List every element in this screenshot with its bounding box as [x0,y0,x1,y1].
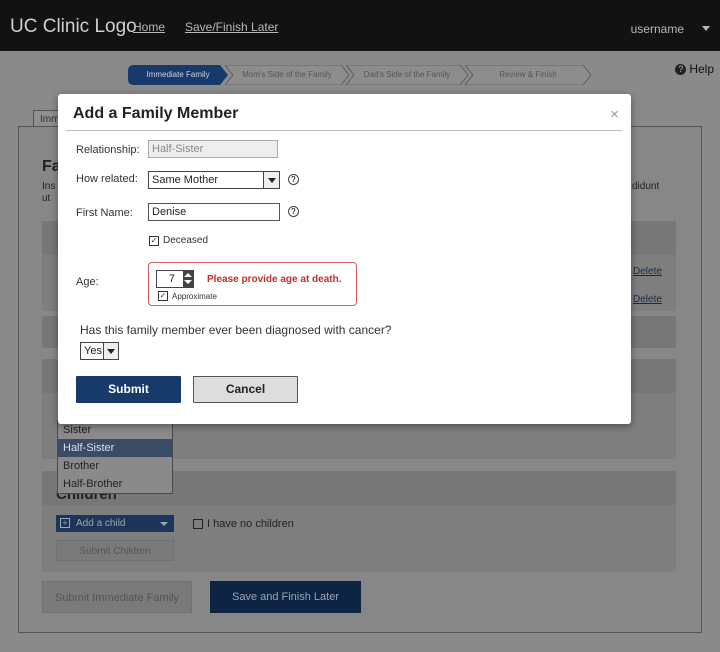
submit-immediate-family-button[interactable]: Submit Immediate Family [42,581,192,613]
cancer-question: Has this family member ever been diagnos… [80,323,392,337]
first-name-input[interactable]: Denise [148,203,280,221]
chevron-down-icon [160,522,168,526]
age-error-message: Please provide age at death. [207,274,342,285]
instructions-text-cont: ut [42,193,51,204]
dropdown-option-half-sister[interactable]: Half-Sister [58,439,172,457]
nav-save-finish-later-link[interactable]: Save/Finish Later [185,20,278,34]
checkbox-box[interactable] [193,519,203,529]
delete-link[interactable]: Delete [633,266,662,277]
help-circle-icon[interactable]: ? [288,206,299,217]
submit-button[interactable]: Submit [76,376,181,403]
username-menu[interactable]: username [631,22,684,36]
cancel-button[interactable]: Cancel [193,376,298,403]
step-review-finish[interactable]: Review & Finish [465,65,591,85]
step-immediate-family[interactable]: Immediate Family [128,65,228,85]
checkmark-icon[interactable]: ✓ [149,235,159,246]
add-family-member-dialog: Add a Family Member × Relationship: Half… [58,94,631,424]
relationship-label: Relationship: [76,144,140,156]
step-moms-side[interactable]: Mom's Side of the Family [225,65,349,85]
save-and-finish-later-button[interactable]: Save and Finish Later [210,581,361,613]
clinic-logo: UC Clinic Logo [10,16,137,37]
help-icon: ? [675,63,687,75]
add-child-dropdown[interactable]: + Add a child [56,515,174,532]
help-link[interactable]: ? Help [675,62,714,76]
plus-icon: + [60,518,70,528]
chevron-down-icon[interactable] [103,343,118,359]
first-name-label: First Name: [76,207,133,219]
checkmark-icon[interactable]: ✓ [158,291,168,301]
age-label: Age: [76,276,99,288]
instructions-text-tail: didunt [632,181,660,192]
how-related-label: How related: [76,173,138,185]
cancer-select[interactable]: Yes [80,342,119,360]
age-spinner-icon[interactable] [183,271,193,287]
sibling-type-dropdown-list[interactable]: Sister Half-Sister Brother Half-Brother [57,420,173,494]
how-related-select[interactable]: Same Mother [148,171,280,189]
chevron-down-icon[interactable] [263,172,279,188]
instructions-text: Ins [42,181,56,192]
deceased-checkbox[interactable]: ✓ Deceased [149,235,208,246]
top-navbar: UC Clinic Logo Home Save/Finish Later us… [0,0,720,51]
age-error-group: 7 Please provide age at death. ✓ Approxi… [148,262,357,306]
approximate-checkbox[interactable]: ✓ Approximate [158,291,217,301]
submit-children-button[interactable]: Submit Children [56,540,174,561]
divider [66,130,622,131]
dialog-title: Add a Family Member [73,105,239,122]
relationship-field: Half-Sister [148,140,278,158]
close-icon[interactable]: × [610,106,619,123]
nav-home-link[interactable]: Home [133,20,165,34]
step-dads-side[interactable]: Dad's Side of the Family [346,65,468,85]
no-children-checkbox[interactable]: I have no children [193,518,294,530]
help-circle-icon[interactable]: ? [288,174,299,185]
dropdown-option-half-brother[interactable]: Half-Brother [58,475,172,493]
delete-link[interactable]: Delete [633,294,662,305]
user-dropdown-caret-icon[interactable] [702,26,710,31]
dropdown-option-brother[interactable]: Brother [58,457,172,475]
